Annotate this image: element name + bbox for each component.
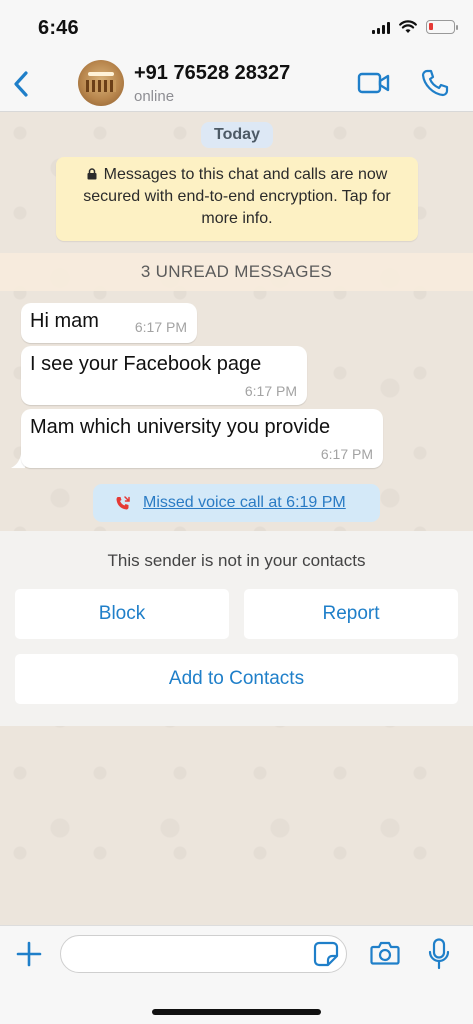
missed-call-icon bbox=[116, 496, 130, 510]
message-time: 6:17 PM bbox=[244, 383, 297, 399]
lock-icon bbox=[87, 168, 97, 180]
message-text: Hi mam bbox=[30, 310, 99, 332]
date-pill: Today bbox=[201, 122, 273, 148]
contact-name[interactable]: +91 76528 28327 bbox=[134, 62, 290, 85]
contact-avatar[interactable] bbox=[78, 60, 124, 106]
camera-icon[interactable] bbox=[370, 940, 400, 966]
video-call-icon[interactable] bbox=[357, 70, 391, 96]
sticker-icon[interactable] bbox=[313, 941, 339, 967]
unknown-sender-panel: This sender is not in your contacts Bloc… bbox=[0, 531, 473, 726]
add-to-contacts-button[interactable]: Add to Contacts bbox=[15, 654, 458, 704]
status-bar: 6:46 bbox=[0, 0, 473, 56]
message-bubble[interactable]: I see your Facebook page 6:17 PM bbox=[21, 346, 307, 405]
input-bar bbox=[0, 925, 473, 1024]
message-time: 6:17 PM bbox=[320, 446, 373, 462]
block-button[interactable]: Block bbox=[15, 589, 229, 639]
voice-call-icon[interactable] bbox=[420, 68, 450, 98]
unread-banner: 3 UNREAD MESSAGES bbox=[0, 253, 473, 291]
back-chevron-icon[interactable] bbox=[10, 68, 32, 100]
message-input[interactable] bbox=[60, 935, 347, 973]
unknown-sender-notice: This sender is not in your contacts bbox=[107, 551, 366, 570]
chat-area[interactable]: Today Messages to this chat and calls ar… bbox=[0, 113, 473, 925]
plus-icon[interactable] bbox=[16, 941, 42, 967]
message-time: 6:17 PM bbox=[134, 319, 187, 335]
missed-call-notice[interactable]: Missed voice call at 6:19 PM bbox=[93, 484, 380, 522]
message-bubble[interactable]: Mam which university you provide 6:17 PM bbox=[21, 409, 383, 468]
report-button[interactable]: Report bbox=[244, 589, 458, 639]
home-indicator bbox=[152, 1009, 321, 1015]
chat-header: +91 76528 28327 online bbox=[0, 56, 473, 112]
missed-call-text[interactable]: Missed voice call at 6:19 PM bbox=[143, 494, 346, 512]
encryption-notice[interactable]: Messages to this chat and calls are now … bbox=[56, 157, 418, 241]
message-text: I see your Facebook page bbox=[30, 353, 262, 375]
status-icons bbox=[372, 20, 458, 34]
status-time: 6:46 bbox=[38, 17, 79, 39]
message-text: Mam which university you provide bbox=[30, 416, 331, 438]
microphone-icon[interactable] bbox=[428, 938, 450, 970]
contact-status: online bbox=[134, 88, 175, 105]
encryption-text: Messages to this chat and calls are now … bbox=[83, 166, 391, 227]
message-bubble[interactable]: Hi mam 6:17 PM bbox=[21, 303, 197, 343]
signal-icon bbox=[372, 21, 390, 34]
wifi-icon bbox=[399, 20, 417, 33]
battery-icon bbox=[426, 20, 458, 34]
